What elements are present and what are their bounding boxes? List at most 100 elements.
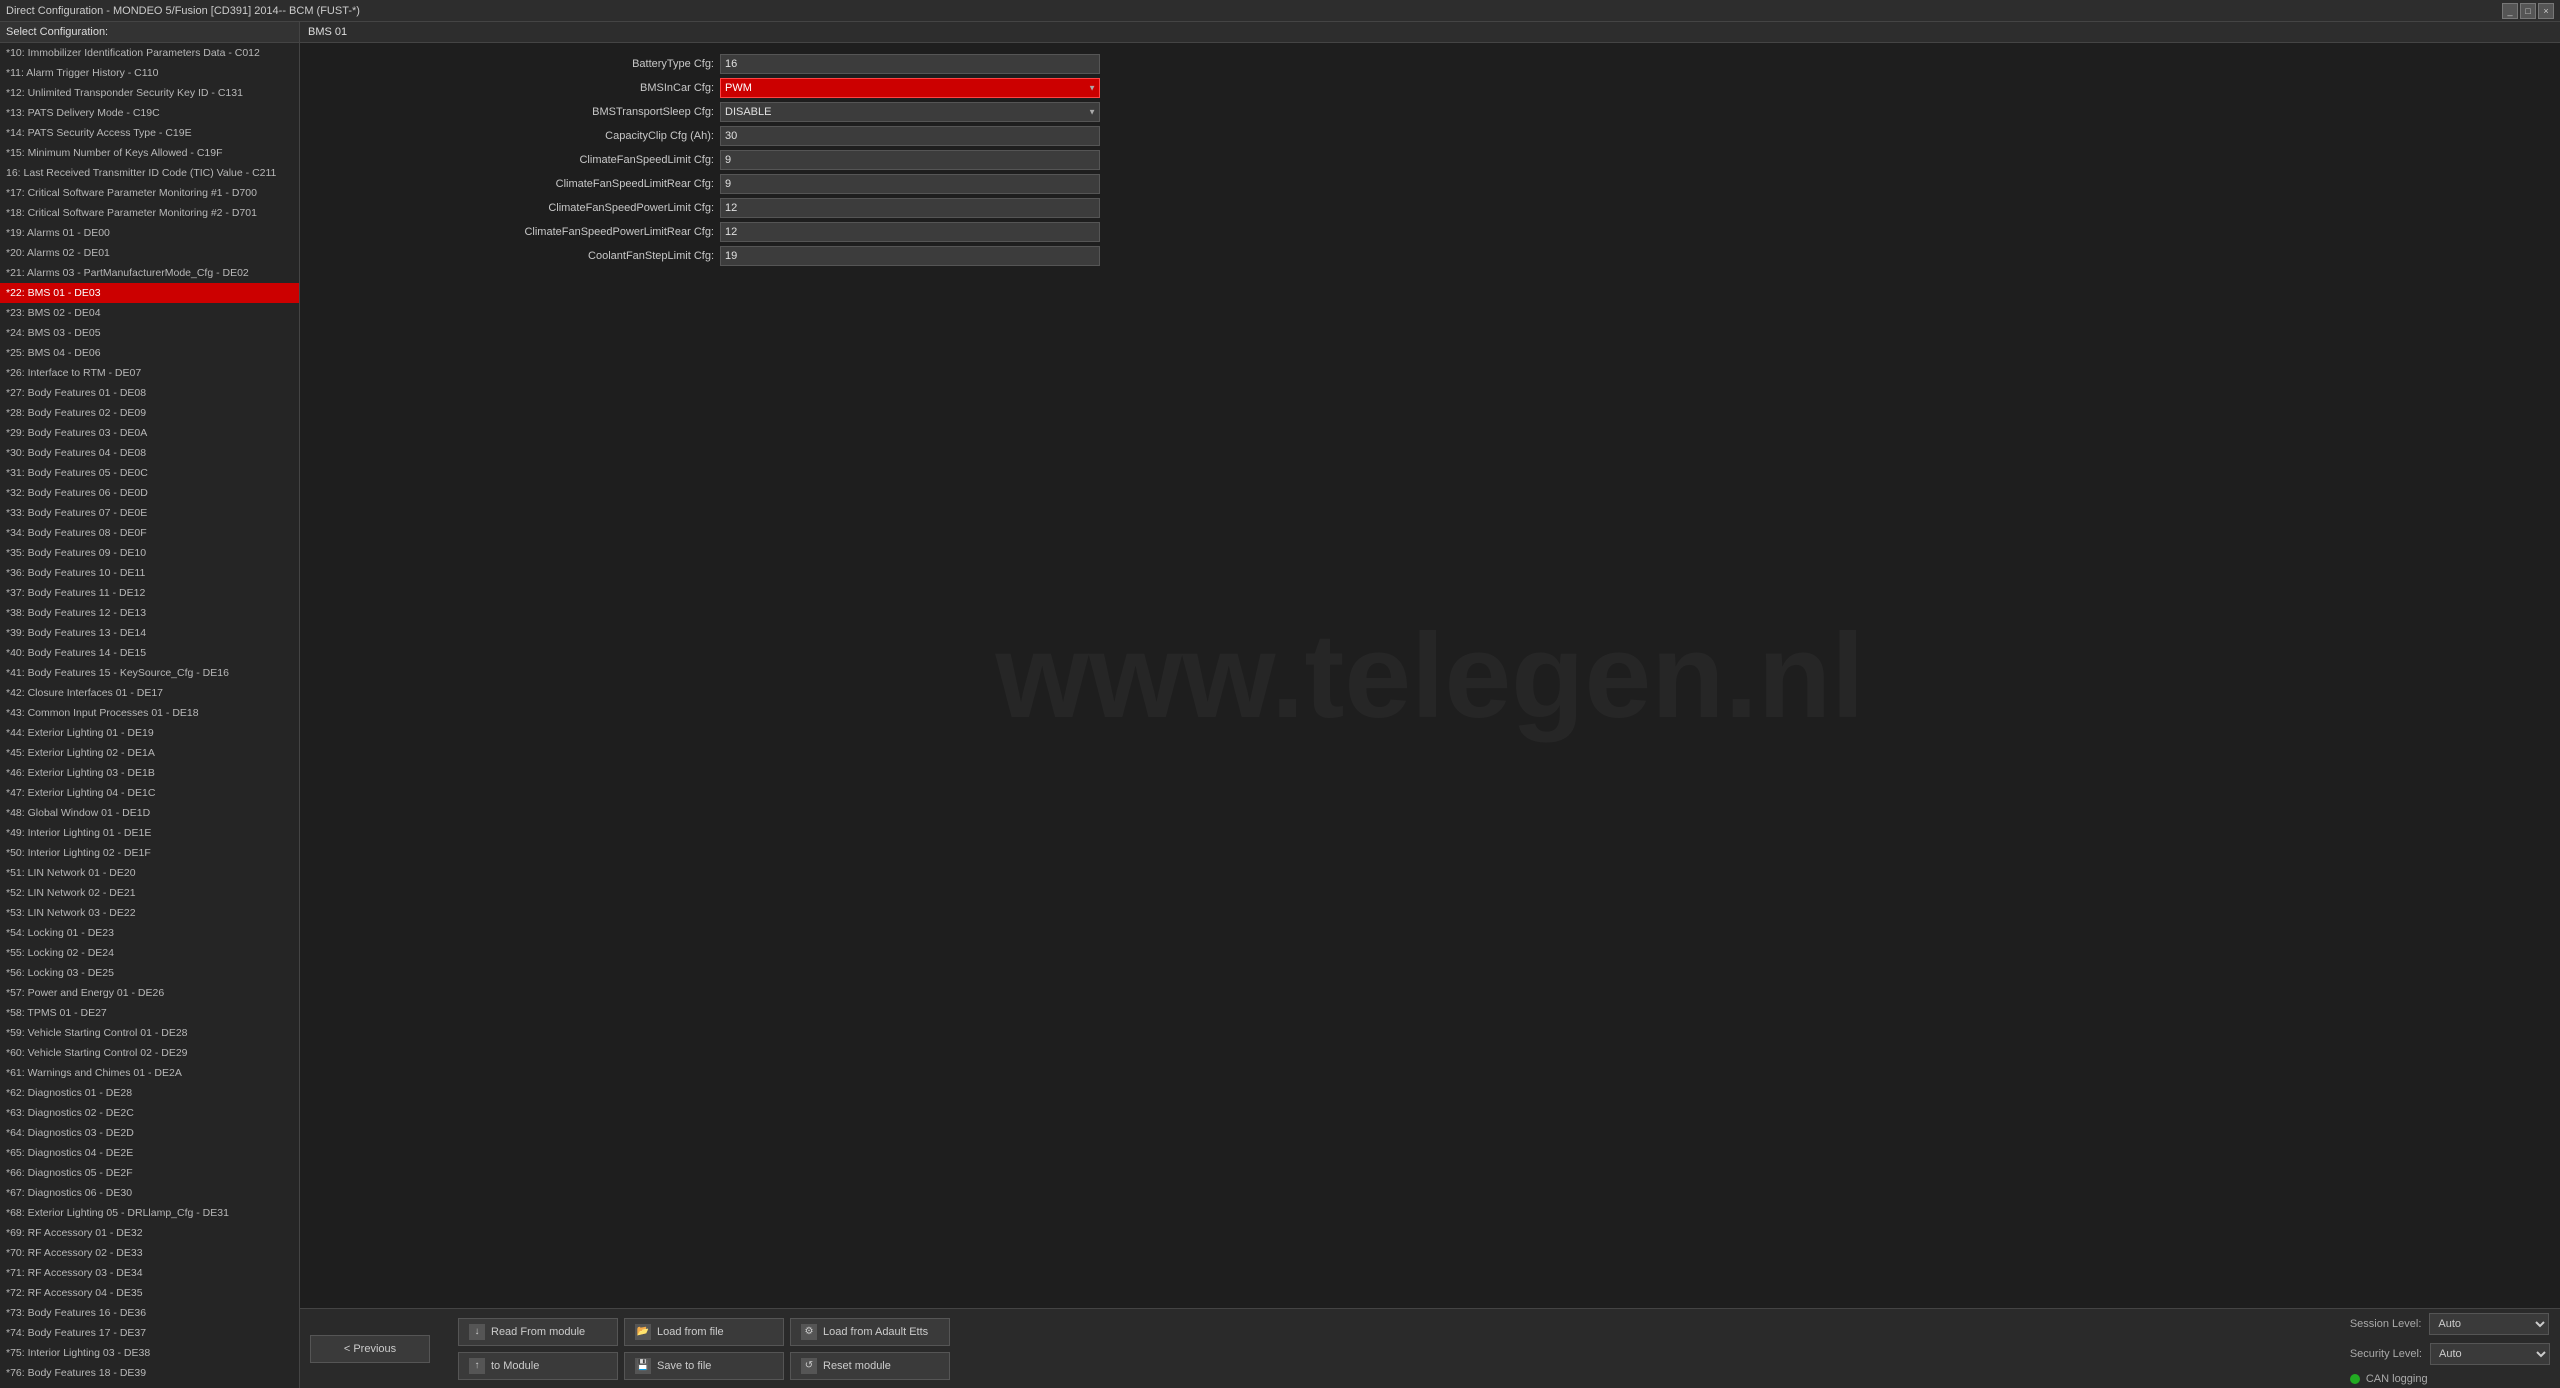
sidebar-item[interactable]: *76: Body Features 18 - DE39 xyxy=(0,1363,299,1383)
sidebar-item[interactable]: *38: Body Features 12 - DE13 xyxy=(0,603,299,623)
sidebar-item[interactable]: *12: Unlimited Transponder Security Key … xyxy=(0,83,299,103)
config-input[interactable] xyxy=(720,126,1100,146)
config-select[interactable]: PWMDISABLEENABLE xyxy=(720,78,1100,98)
sidebar-item[interactable]: *25: BMS 04 - DE06 xyxy=(0,343,299,363)
sidebar-item[interactable]: *26: Interface to RTM - DE07 xyxy=(0,363,299,383)
sidebar-item[interactable]: *15: Minimum Number of Keys Allowed - C1… xyxy=(0,143,299,163)
config-input[interactable] xyxy=(720,222,1100,242)
sidebar-item[interactable]: *17: Critical Software Parameter Monitor… xyxy=(0,183,299,203)
session-level-row: Session Level: Auto Default Extended xyxy=(2350,1313,2550,1335)
sidebar-item[interactable]: *13: PATS Delivery Mode - C19C xyxy=(0,103,299,123)
sidebar-item[interactable]: *19: Alarms 01 - DE00 xyxy=(0,223,299,243)
sidebar-item[interactable]: *73: Body Features 16 - DE36 xyxy=(0,1303,299,1323)
select-wrapper: DISABLEENABLE▼ xyxy=(720,102,1100,122)
read-icon: ↓ xyxy=(469,1324,485,1340)
sidebar-item[interactable]: *49: Interior Lighting 01 - DE1E xyxy=(0,823,299,843)
write-to-module-button[interactable]: ↑ to Module xyxy=(458,1352,618,1380)
sidebar-item[interactable]: *28: Body Features 02 - DE09 xyxy=(0,403,299,423)
sidebar-item[interactable]: *46: Exterior Lighting 03 - DE1B xyxy=(0,763,299,783)
config-input[interactable] xyxy=(720,54,1100,74)
config-input[interactable] xyxy=(720,174,1100,194)
sidebar-item[interactable]: *21: Alarms 03 - PartManufacturerMode_Cf… xyxy=(0,263,299,283)
bottom-left-section: < Previous xyxy=(310,1335,430,1363)
sidebar-item[interactable]: *58: TPMS 01 - DE27 xyxy=(0,1003,299,1023)
sidebar-item[interactable]: *57: Power and Energy 01 - DE26 xyxy=(0,983,299,1003)
sidebar-item[interactable]: *10: Immobilizer Identification Paramete… xyxy=(0,43,299,63)
config-row: CapacityClip Cfg (Ah): xyxy=(320,125,1220,147)
sidebar-item[interactable]: *61: Warnings and Chimes 01 - DE2A xyxy=(0,1063,299,1083)
sidebar-item[interactable]: *34: Body Features 08 - DE0F xyxy=(0,523,299,543)
sidebar-item[interactable]: *31: Body Features 05 - DE0C xyxy=(0,463,299,483)
sidebar-item[interactable]: *54: Locking 01 - DE23 xyxy=(0,923,299,943)
sidebar-item[interactable]: *39: Body Features 13 - DE14 xyxy=(0,623,299,643)
session-level-label: Session Level: xyxy=(2350,1318,2422,1330)
sidebar-item[interactable]: *60: Vehicle Starting Control 02 - DE29 xyxy=(0,1043,299,1063)
config-input[interactable] xyxy=(720,246,1100,266)
sidebar-item[interactable]: *51: LIN Network 01 - DE20 xyxy=(0,863,299,883)
sidebar-item[interactable]: *56: Locking 03 - DE25 xyxy=(0,963,299,983)
sidebar-item[interactable]: *36: Body Features 10 - DE11 xyxy=(0,563,299,583)
sidebar-item[interactable]: *70: RF Accessory 02 - DE33 xyxy=(0,1243,299,1263)
security-level-label: Security Level: xyxy=(2350,1348,2422,1360)
sidebar-item[interactable]: *45: Exterior Lighting 02 - DE1A xyxy=(0,743,299,763)
sidebar-item[interactable]: *68: Exterior Lighting 05 - DRLlamp_Cfg … xyxy=(0,1203,299,1223)
sidebar: Select Configuration: *10: Immobilizer I… xyxy=(0,22,300,1388)
sidebar-item[interactable]: 16: Last Received Transmitter ID Code (T… xyxy=(0,163,299,183)
sidebar-item[interactable]: *59: Vehicle Starting Control 01 - DE28 xyxy=(0,1023,299,1043)
can-logging-label: CAN logging xyxy=(2366,1373,2428,1385)
sidebar-item[interactable]: *72: RF Accessory 04 - DE35 xyxy=(0,1283,299,1303)
reset-module-button[interactable]: ↺ Reset module xyxy=(790,1352,950,1380)
maximize-button[interactable]: □ xyxy=(2520,3,2536,19)
sidebar-list[interactable]: *10: Immobilizer Identification Paramete… xyxy=(0,43,299,1388)
sidebar-item[interactable]: *33: Body Features 07 - DE0E xyxy=(0,503,299,523)
close-button[interactable]: × xyxy=(2538,3,2554,19)
sidebar-item[interactable]: *53: LIN Network 03 - DE22 xyxy=(0,903,299,923)
session-level-select[interactable]: Auto Default Extended xyxy=(2429,1313,2549,1335)
sidebar-item[interactable]: *24: BMS 03 - DE05 xyxy=(0,323,299,343)
security-level-select[interactable]: Auto None Level 1 xyxy=(2430,1343,2550,1365)
sidebar-item[interactable]: *40: Body Features 14 - DE15 xyxy=(0,643,299,663)
sidebar-item[interactable]: *41: Body Features 15 - KeySource_Cfg - … xyxy=(0,663,299,683)
sidebar-item[interactable]: *22: BMS 01 - DE03 xyxy=(0,283,299,303)
sidebar-item[interactable]: *27: Body Features 01 - DE08 xyxy=(0,383,299,403)
sidebar-item[interactable]: *63: Diagnostics 02 - DE2C xyxy=(0,1103,299,1123)
sidebar-item[interactable]: *50: Interior Lighting 02 - DE1F xyxy=(0,843,299,863)
sidebar-item[interactable]: *23: BMS 02 - DE04 xyxy=(0,303,299,323)
config-select[interactable]: DISABLEENABLE xyxy=(720,102,1100,122)
sidebar-item[interactable]: *75: Interior Lighting 03 - DE38 xyxy=(0,1343,299,1363)
sidebar-item[interactable]: *11: Alarm Trigger History - C110 xyxy=(0,63,299,83)
sidebar-item[interactable]: *62: Diagnostics 01 - DE28 xyxy=(0,1083,299,1103)
sidebar-item[interactable]: *18: Critical Software Parameter Monitor… xyxy=(0,203,299,223)
sidebar-item[interactable]: *37: Body Features 11 - DE12 xyxy=(0,583,299,603)
read-from-module-button[interactable]: ↓ Read From module xyxy=(458,1318,618,1346)
sidebar-item[interactable]: *71: RF Accessory 03 - DE34 xyxy=(0,1263,299,1283)
sidebar-item[interactable]: *74: Body Features 17 - DE37 xyxy=(0,1323,299,1343)
load-from-default-button[interactable]: ⚙ Load from Adault Etts xyxy=(790,1318,950,1346)
sidebar-item[interactable]: *47: Exterior Lighting 04 - DE1C xyxy=(0,783,299,803)
sidebar-item[interactable]: *48: Global Window 01 - DE1D xyxy=(0,803,299,823)
sidebar-item[interactable]: *35: Body Features 09 - DE10 xyxy=(0,543,299,563)
content-main: www.telegen.nl BatteryType Cfg:BMSInCar … xyxy=(300,43,2560,1308)
sidebar-item[interactable]: *66: Diagnostics 05 - DE2F xyxy=(0,1163,299,1183)
sidebar-item[interactable]: *64: Diagnostics 03 - DE2D xyxy=(0,1123,299,1143)
sidebar-item[interactable]: *55: Locking 02 - DE24 xyxy=(0,943,299,963)
config-input[interactable] xyxy=(720,198,1100,218)
sidebar-item[interactable]: *30: Body Features 04 - DE08 xyxy=(0,443,299,463)
sidebar-item[interactable]: *52: LIN Network 02 - DE21 xyxy=(0,883,299,903)
sidebar-item[interactable]: *14: PATS Security Access Type - C19E xyxy=(0,123,299,143)
save-to-file-button[interactable]: 💾 Save to file xyxy=(624,1352,784,1380)
sidebar-item[interactable]: *32: Body Features 06 - DE0D xyxy=(0,483,299,503)
load-from-file-button[interactable]: 📂 Load from file xyxy=(624,1318,784,1346)
sidebar-item[interactable]: *43: Common Input Processes 01 - DE18 xyxy=(0,703,299,723)
sidebar-item[interactable]: *69: RF Accessory 01 - DE32 xyxy=(0,1223,299,1243)
sidebar-item[interactable]: *44: Exterior Lighting 01 - DE19 xyxy=(0,723,299,743)
config-input[interactable] xyxy=(720,150,1100,170)
sidebar-item[interactable]: *67: Diagnostics 06 - DE30 xyxy=(0,1183,299,1203)
sidebar-item[interactable]: *20: Alarms 02 - DE01 xyxy=(0,243,299,263)
sidebar-item[interactable]: *42: Closure Interfaces 01 - DE17 xyxy=(0,683,299,703)
sidebar-item[interactable]: *77: Body Features 19 - DE3A xyxy=(0,1383,299,1388)
minimize-button[interactable]: _ xyxy=(2502,3,2518,19)
sidebar-item[interactable]: *29: Body Features 03 - DE0A xyxy=(0,423,299,443)
sidebar-item[interactable]: *65: Diagnostics 04 - DE2E xyxy=(0,1143,299,1163)
previous-button[interactable]: < Previous xyxy=(310,1335,430,1363)
